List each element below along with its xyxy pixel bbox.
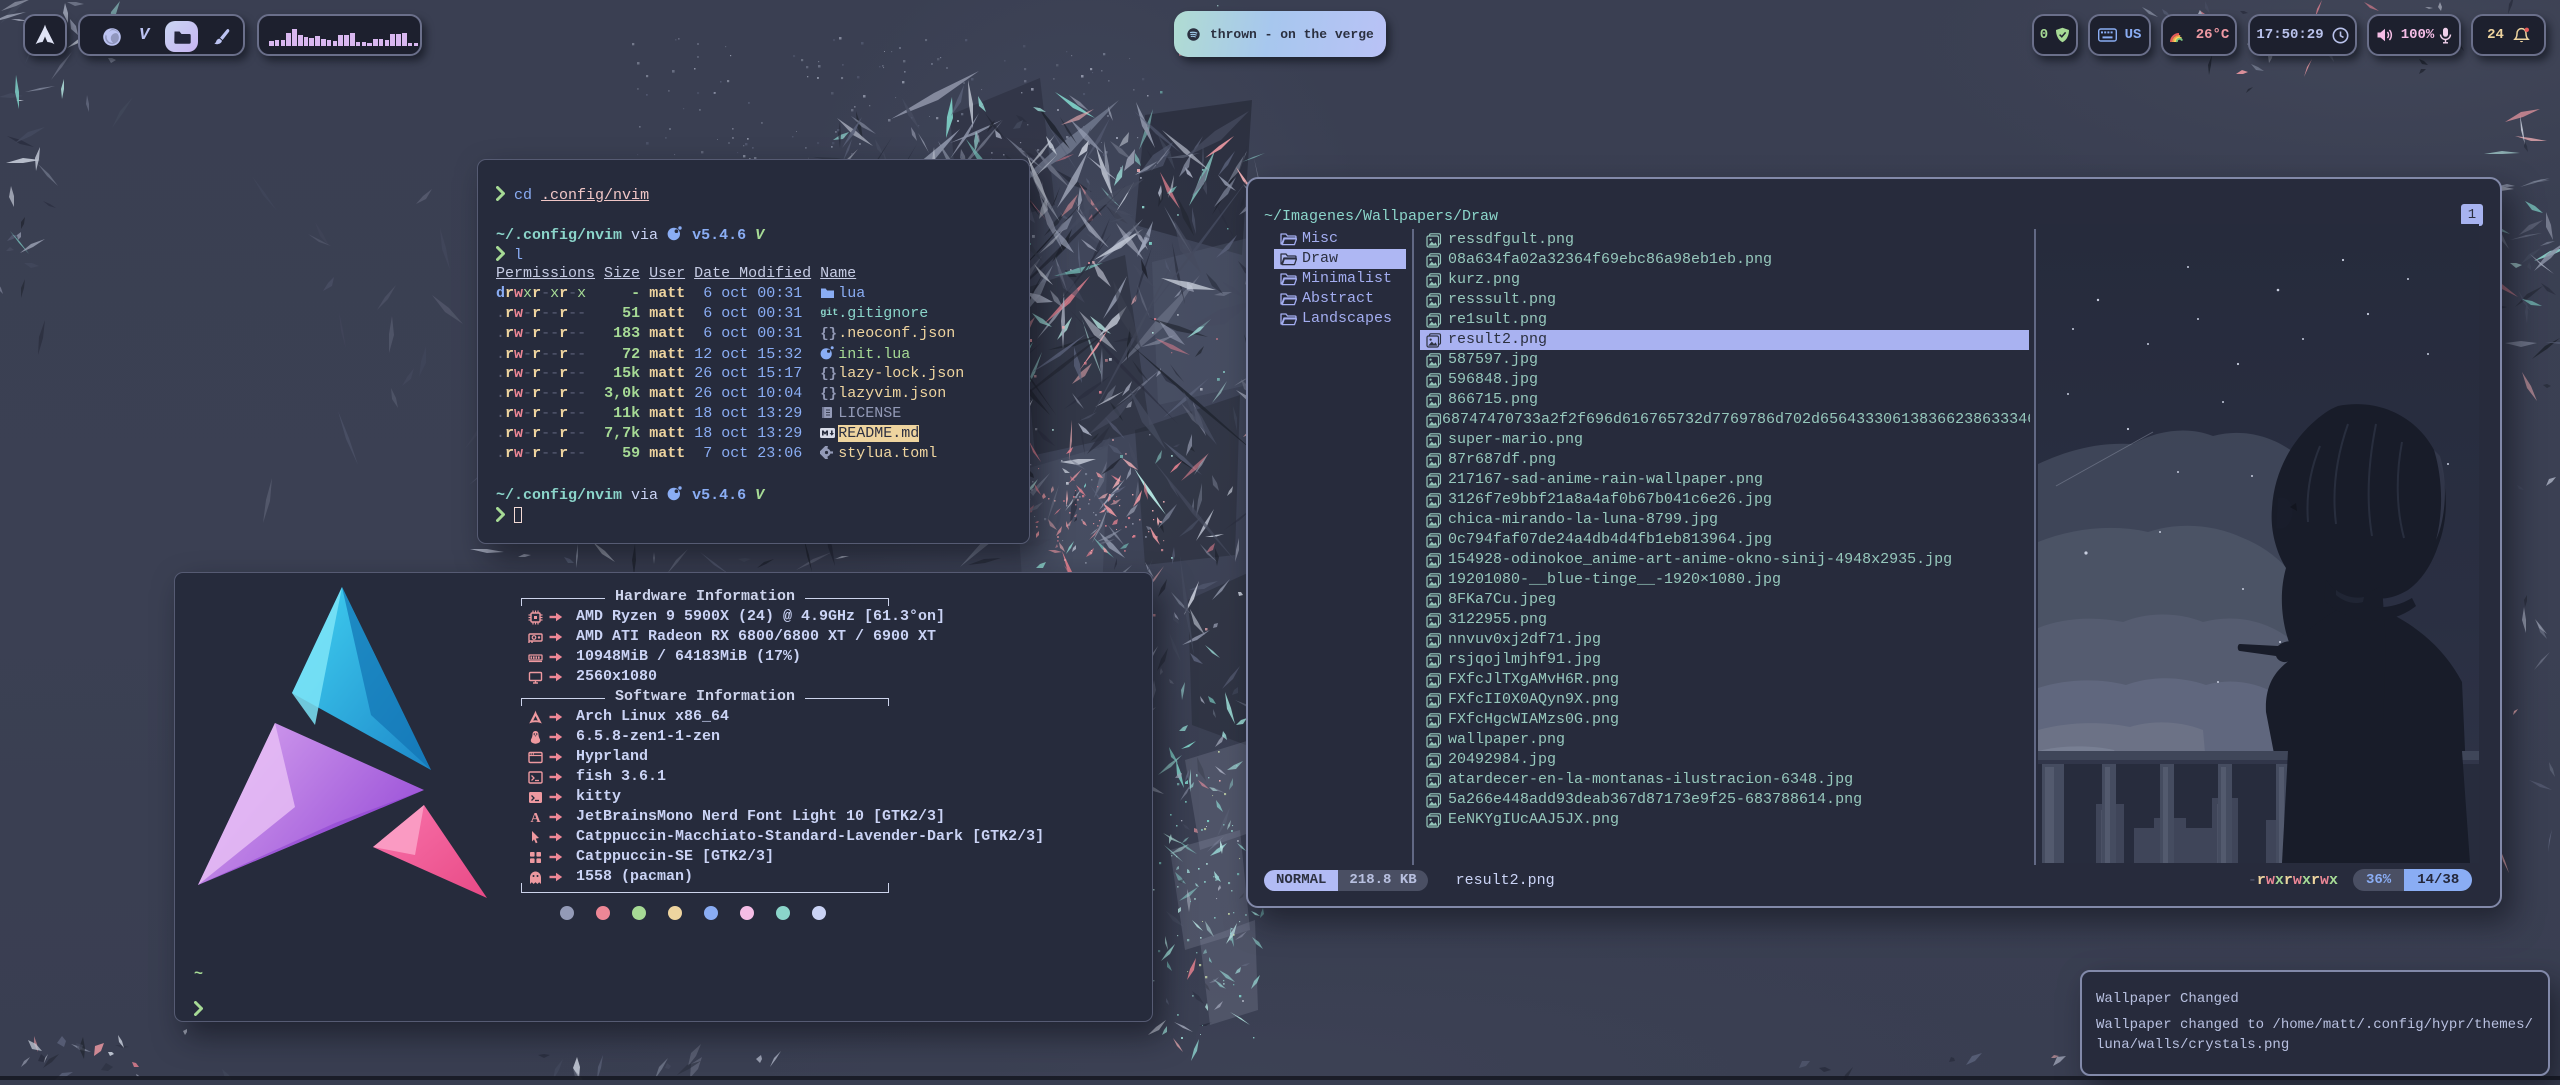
svg-text:A: A bbox=[530, 811, 541, 825]
